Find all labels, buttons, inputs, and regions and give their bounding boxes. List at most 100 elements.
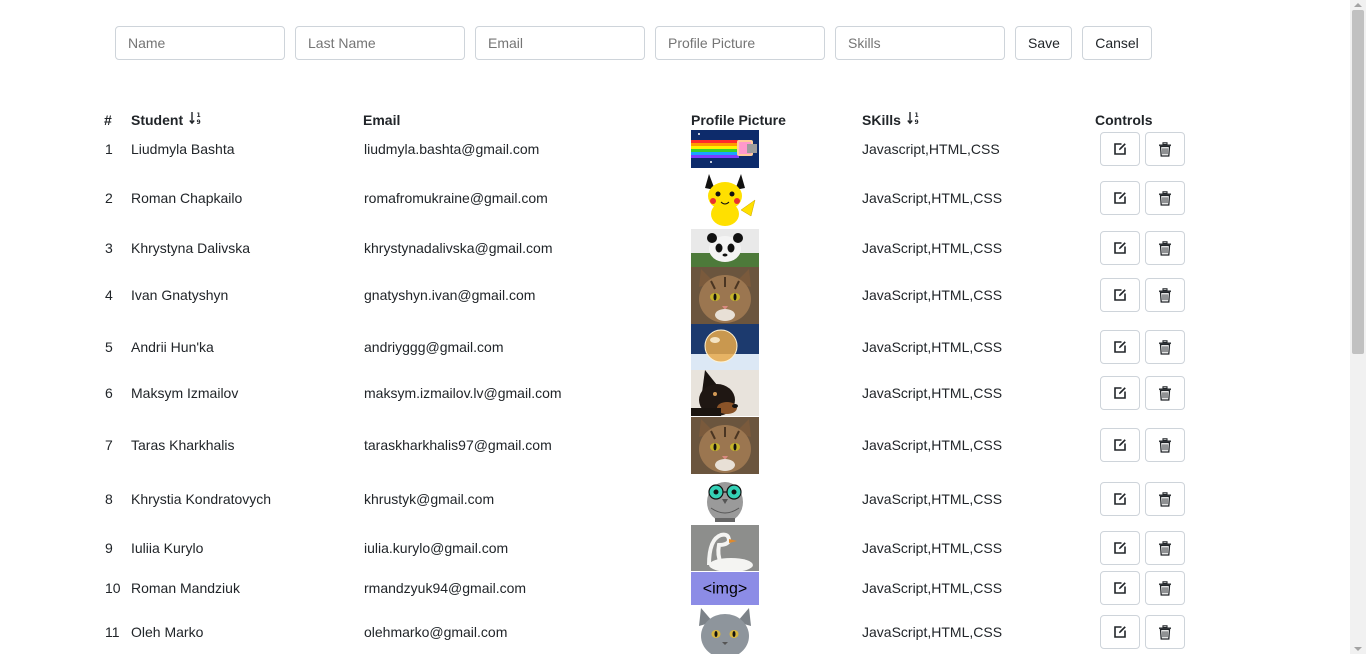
scroll-up-arrow-icon[interactable] [1354, 3, 1362, 7]
student-name: Liudmyla Bashta [131, 141, 235, 157]
profile-picture [691, 267, 759, 324]
edit-button[interactable] [1100, 428, 1140, 462]
header-controls: Controls [1095, 112, 1153, 128]
edit-icon [1113, 288, 1127, 302]
svg-text:9: 9 [197, 119, 201, 125]
edit-button[interactable] [1100, 571, 1140, 605]
student-email: olehmarko@gmail.com [364, 624, 508, 640]
student-name: Taras Kharkhalis [131, 437, 235, 453]
sort-numeric-down-icon[interactable]: 19 [907, 111, 921, 128]
trash-icon [1158, 491, 1172, 507]
row-index: 8 [105, 491, 113, 507]
trash-icon [1158, 540, 1172, 556]
scrollbar-thumb[interactable] [1352, 10, 1364, 354]
trash-icon [1158, 287, 1172, 303]
trash-icon [1158, 437, 1172, 453]
row-index: 9 [105, 540, 113, 556]
sort-numeric-down-icon[interactable]: 19 [189, 111, 203, 128]
svg-text:1: 1 [914, 112, 918, 119]
edit-icon [1113, 492, 1127, 506]
edit-button[interactable] [1100, 278, 1140, 312]
profile-picture [691, 370, 759, 416]
student-email: taraskharkhalis97@gmail.com [364, 437, 552, 453]
row-index: 4 [105, 287, 113, 303]
student-name: Roman Mandziuk [131, 580, 240, 596]
edit-icon [1113, 541, 1127, 555]
edit-button[interactable] [1100, 330, 1140, 364]
student-skills: JavaScript,HTML,CSS [862, 385, 1003, 401]
row-index: 2 [105, 190, 113, 206]
student-skills: JavaScript,HTML,CSS [862, 624, 1003, 640]
trash-icon [1158, 141, 1172, 157]
student-email: andriyggg@gmail.com [364, 339, 504, 355]
cancel-button[interactable]: Cansel [1082, 26, 1152, 60]
student-skills: JavaScript,HTML,CSS [862, 437, 1003, 453]
header-index: # [104, 112, 112, 128]
edit-icon [1113, 142, 1127, 156]
student-skills: JavaScript,HTML,CSS [862, 540, 1003, 556]
edit-button[interactable] [1100, 132, 1140, 166]
delete-button[interactable] [1145, 482, 1185, 516]
delete-button[interactable] [1145, 376, 1185, 410]
profile-picture [691, 229, 759, 267]
vertical-scrollbar[interactable] [1350, 0, 1366, 654]
student-skills: JavaScript,HTML,CSS [862, 339, 1003, 355]
student-name: Maksym Izmailov [131, 385, 239, 401]
row-index: 5 [105, 339, 113, 355]
edit-icon [1113, 191, 1127, 205]
delete-button[interactable] [1145, 181, 1185, 215]
student-name: Oleh Marko [131, 624, 204, 640]
student-name: Roman Chapkailo [131, 190, 243, 206]
header-skills[interactable]: SKills 1 9 [862, 111, 921, 130]
edit-button[interactable] [1100, 231, 1140, 265]
student-email: khrustyk@gmail.com [364, 491, 495, 507]
header-student-label: Student [131, 112, 184, 128]
student-name: Iuliia Kurylo [131, 540, 204, 556]
edit-icon [1113, 241, 1127, 255]
edit-icon [1113, 625, 1127, 639]
profile-picture-input[interactable] [655, 26, 825, 60]
last-name-input[interactable] [295, 26, 465, 60]
profile-picture [691, 525, 759, 571]
delete-button[interactable] [1145, 231, 1185, 265]
edit-button[interactable] [1100, 531, 1140, 565]
delete-button[interactable] [1145, 571, 1185, 605]
student-skills: JavaScript,HTML,CSS [862, 240, 1003, 256]
student-email: gnatyshyn.ivan@gmail.com [364, 287, 536, 303]
edit-button[interactable] [1100, 482, 1140, 516]
edit-button[interactable] [1100, 181, 1140, 215]
edit-icon [1113, 581, 1127, 595]
skills-input[interactable] [835, 26, 1005, 60]
save-button[interactable]: Save [1015, 26, 1072, 60]
svg-text:9: 9 [914, 119, 918, 125]
edit-icon [1113, 438, 1127, 452]
delete-button[interactable] [1145, 278, 1185, 312]
row-index: 3 [105, 240, 113, 256]
email-input[interactable] [475, 26, 645, 60]
scroll-down-arrow-icon[interactable] [1354, 647, 1362, 651]
student-skills: Javascript,HTML,CSS [862, 141, 1000, 157]
student-name: Khrystyna Dalivska [131, 240, 251, 256]
profile-picture [691, 474, 759, 524]
trash-icon [1158, 190, 1172, 206]
trash-icon [1158, 339, 1172, 355]
student-email: liudmyla.bashta@gmail.com [364, 141, 540, 157]
delete-button[interactable] [1145, 330, 1185, 364]
delete-button[interactable] [1145, 428, 1185, 462]
trash-icon [1158, 624, 1172, 640]
trash-icon [1158, 385, 1172, 401]
svg-text:1: 1 [197, 112, 201, 119]
delete-button[interactable] [1145, 615, 1185, 649]
header-profile-picture: Profile Picture [691, 112, 786, 128]
edit-button[interactable] [1100, 376, 1140, 410]
delete-button[interactable] [1145, 531, 1185, 565]
name-input[interactable] [115, 26, 285, 60]
edit-button[interactable] [1100, 615, 1140, 649]
header-student[interactable]: Student 1 9 [131, 111, 203, 130]
row-index: 6 [105, 385, 113, 401]
delete-button[interactable] [1145, 132, 1185, 166]
profile-picture [691, 417, 759, 474]
student-skills: JavaScript,HTML,CSS [862, 287, 1003, 303]
student-email: khrystynadalivska@gmail.com [364, 240, 553, 256]
student-email: iulia.kurylo@gmail.com [364, 540, 509, 556]
